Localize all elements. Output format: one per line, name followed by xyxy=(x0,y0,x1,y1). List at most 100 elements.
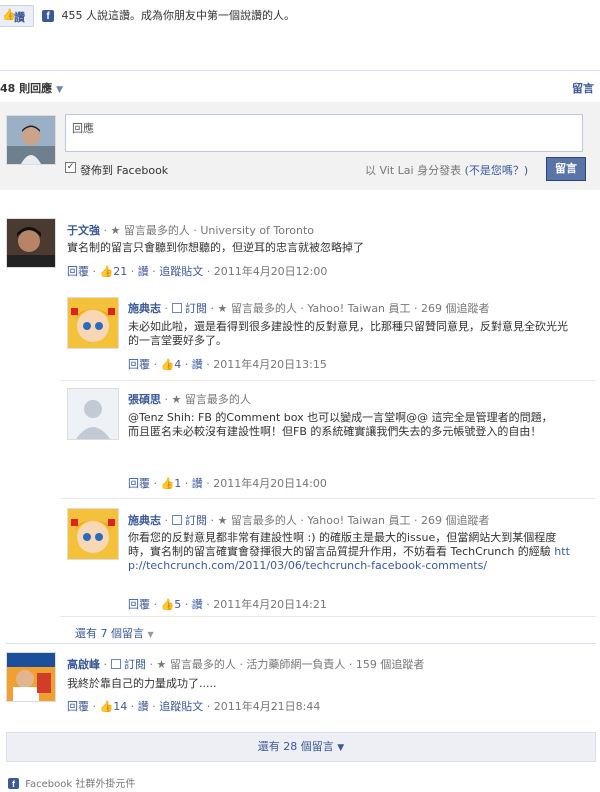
comment-text: 實名制的留言只會聽到你想聽的，但逆耳的忠言就被忽略掉了 xyxy=(67,241,364,254)
commenter-meta: · ★ 留言最多的人 · Yahoo! Taiwan 員工 · 269 個追蹤者 xyxy=(210,514,490,527)
post-comment-link[interactable]: 留言 xyxy=(572,80,594,96)
facebook-icon: f xyxy=(42,10,54,22)
divider xyxy=(60,380,596,381)
commenter-meta: · ★ 留言最多的人 · Yahoo! Taiwan 員工 · 269 個追蹤者 xyxy=(210,302,490,315)
comment-time: · 2011年4月20日13:15 xyxy=(206,358,327,371)
comment-count-sort[interactable]: 48 則回應 ▼ xyxy=(0,80,63,96)
chevron-down-icon: ▼ xyxy=(56,85,64,95)
comment-time: · 2011年4月20日14:21 xyxy=(206,598,327,611)
like-button[interactable]: 讚 👍 xyxy=(0,5,34,27)
reply-link[interactable]: 回覆 xyxy=(128,598,150,611)
publish-label: 發佈到 Facebook xyxy=(80,164,169,177)
comment-text: 我終於靠自己的力量成功了..... xyxy=(67,677,217,690)
subscribe-link[interactable]: 訂閱 xyxy=(185,302,207,315)
thumbs-up-icon: 👍 xyxy=(99,265,114,278)
like-link[interactable]: 讚 xyxy=(138,700,149,713)
anime-avatar-icon xyxy=(68,298,118,348)
comment-actions: 回覆 · 👍5 · 讚 · 2011年4月20日14:21 xyxy=(128,598,327,611)
comment-actions: 回覆 · 👍14 · 讚 · 追蹤貼文 · 2011年4月21日8:44 xyxy=(67,700,321,713)
subscribe-link[interactable]: 訂閱 xyxy=(185,514,207,527)
thumbs-up-icon: 👍 xyxy=(160,477,175,490)
comment-text: 未必如此啦，還是看得到很多建設性的反對意見，比那種只留贊同意見，反對意見全砍光光… xyxy=(128,320,568,347)
comment-text-line: @Tenz Shih: FB 的Comment box 也可以變成一言堂啊@@ … xyxy=(128,411,553,424)
commenter-meta: · ★ 留言最多的人 · University of Toronto xyxy=(103,224,315,237)
rss-icon xyxy=(171,515,182,525)
commenter-name[interactable]: 于文強 xyxy=(67,224,100,237)
more-replies-link[interactable]: 還有 7 個留言 ▼ xyxy=(75,625,154,641)
comment: 施典志 · 訂閱 · ★ 留言最多的人 · Yahoo! Taiwan 員工 ·… xyxy=(128,302,490,315)
comment: 施典志 · 訂閱 · ★ 留言最多的人 · Yahoo! Taiwan 員工 ·… xyxy=(128,514,490,527)
avatar xyxy=(67,388,119,440)
reply-link[interactable]: 回覆 xyxy=(67,265,89,278)
not-you-link[interactable]: (不是您嗎？) xyxy=(465,164,529,177)
comment-input-placeholder: 回應 xyxy=(72,122,94,135)
commenter-meta: · ★ 留言最多的人 xyxy=(164,393,251,406)
follow-post-link[interactable]: 追蹤貼文 xyxy=(159,700,203,713)
divider xyxy=(60,498,596,499)
comment-actions: 回覆 · 👍1 · 讚 · 2011年4月20日14:00 xyxy=(128,477,327,490)
comment: 高啟峰 · 訂閱 · ★ 留言最多的人 · 活力藥師網一負責人 · 159 個追… xyxy=(67,658,425,671)
reply-link[interactable]: 回覆 xyxy=(128,477,150,490)
reply-link[interactable]: 回覆 xyxy=(128,358,150,371)
default-user-icon xyxy=(68,389,118,439)
like-link[interactable]: 讚 xyxy=(192,598,203,611)
footer: f Facebook 社群外掛元件 xyxy=(8,775,135,790)
post-as-text: 以 Vit Lai 身分發表 (不是您嗎？) xyxy=(365,162,528,178)
comment-text: 你看您的反對意見都非常有建設性啊 :) 的確版主是最大的issue，但當網站大到… xyxy=(128,531,578,573)
like-count[interactable]: 14 xyxy=(113,700,127,713)
commenter-name[interactable]: 張碩思 xyxy=(128,393,161,406)
like-count[interactable]: 5 xyxy=(174,598,181,611)
comment: 于文強 · ★ 留言最多的人 · University of Toronto xyxy=(67,222,314,238)
subscribe-link[interactable]: 訂閱 xyxy=(124,658,146,671)
comment-text-body: 你看您的反對意見都非常有建設性啊 :) 的確版主是最大的issue，但當網站大到… xyxy=(128,531,557,558)
divider xyxy=(6,643,596,644)
comment-count: 48 則回應 xyxy=(0,82,53,95)
more-replies-label: 還有 7 個留言 xyxy=(75,627,144,640)
comment-input[interactable]: 回應 xyxy=(65,114,583,152)
thumbs-up-icon: 👍 xyxy=(2,8,16,21)
anime-avatar-icon xyxy=(68,509,118,559)
post-button[interactable]: 留言 xyxy=(546,157,586,181)
comment-actions: 回覆 · 👍21 · 讚 · 追蹤貼文 · 2011年4月20日12:00 xyxy=(67,265,328,278)
divider xyxy=(0,70,600,71)
footer-text[interactable]: Facebook 社群外掛元件 xyxy=(25,779,135,790)
like-link[interactable]: 讚 xyxy=(138,265,149,278)
publish-checkbox[interactable]: ✓ xyxy=(65,162,76,173)
commenter-meta: · ★ 留言最多的人 · 活力藥師網一負責人 · 159 個追蹤者 xyxy=(149,658,425,671)
rss-icon xyxy=(171,303,182,313)
comment-text-line: 而且匿名未必較沒有建設性啊！但FB 的系統確實讓我們失去的多元帳號登入的自由！ xyxy=(128,425,542,438)
comment-time: · 2011年4月20日12:00 xyxy=(206,265,328,278)
like-count[interactable]: 4 xyxy=(174,358,181,371)
chevron-down-icon: ▼ xyxy=(147,630,154,639)
comment: 張碩思 · ★ 留言最多的人 xyxy=(128,391,251,407)
chevron-down-icon: ▼ xyxy=(337,743,345,753)
thumbs-up-icon: 👍 xyxy=(99,700,114,713)
commenter-name[interactable]: 施典志 xyxy=(128,302,161,315)
post-as-name: 以 Vit Lai 身分發表 xyxy=(365,164,462,177)
comment-time: · 2011年4月21日8:44 xyxy=(206,700,321,713)
user-photo-icon xyxy=(7,116,55,164)
social-context: f 455 人說這讚。成為你朋友中第一個說讚的人。 xyxy=(42,7,295,23)
thumbs-up-icon: 👍 xyxy=(160,358,175,371)
user-photo-icon xyxy=(7,219,55,267)
like-count[interactable]: 1 xyxy=(174,477,181,490)
thumbs-up-icon: 👍 xyxy=(160,598,175,611)
divider xyxy=(60,616,596,617)
comment-text: @Tenz Shih: FB 的Comment box 也可以變成一言堂啊@@ … xyxy=(128,411,578,439)
commenter-name[interactable]: 施典志 xyxy=(128,514,161,527)
commenter-name[interactable]: 高啟峰 xyxy=(67,658,100,671)
more-comments-label: 還有 28 個留言 xyxy=(257,740,334,753)
facebook-icon: f xyxy=(8,778,19,789)
follow-post-link[interactable]: 追蹤貼文 xyxy=(159,265,203,278)
rss-icon xyxy=(110,659,121,669)
comment-time: · 2011年4月20日14:00 xyxy=(206,477,327,490)
like-link[interactable]: 讚 xyxy=(192,477,203,490)
more-comments-button[interactable]: 還有 28 個留言 ▼ xyxy=(6,732,596,762)
reply-link[interactable]: 回覆 xyxy=(67,700,89,713)
avatar xyxy=(6,652,56,702)
avatar xyxy=(6,115,56,165)
user-photo-icon xyxy=(7,653,55,701)
avatar xyxy=(67,508,119,560)
like-link[interactable]: 讚 xyxy=(192,358,203,371)
like-count[interactable]: 21 xyxy=(113,265,127,278)
